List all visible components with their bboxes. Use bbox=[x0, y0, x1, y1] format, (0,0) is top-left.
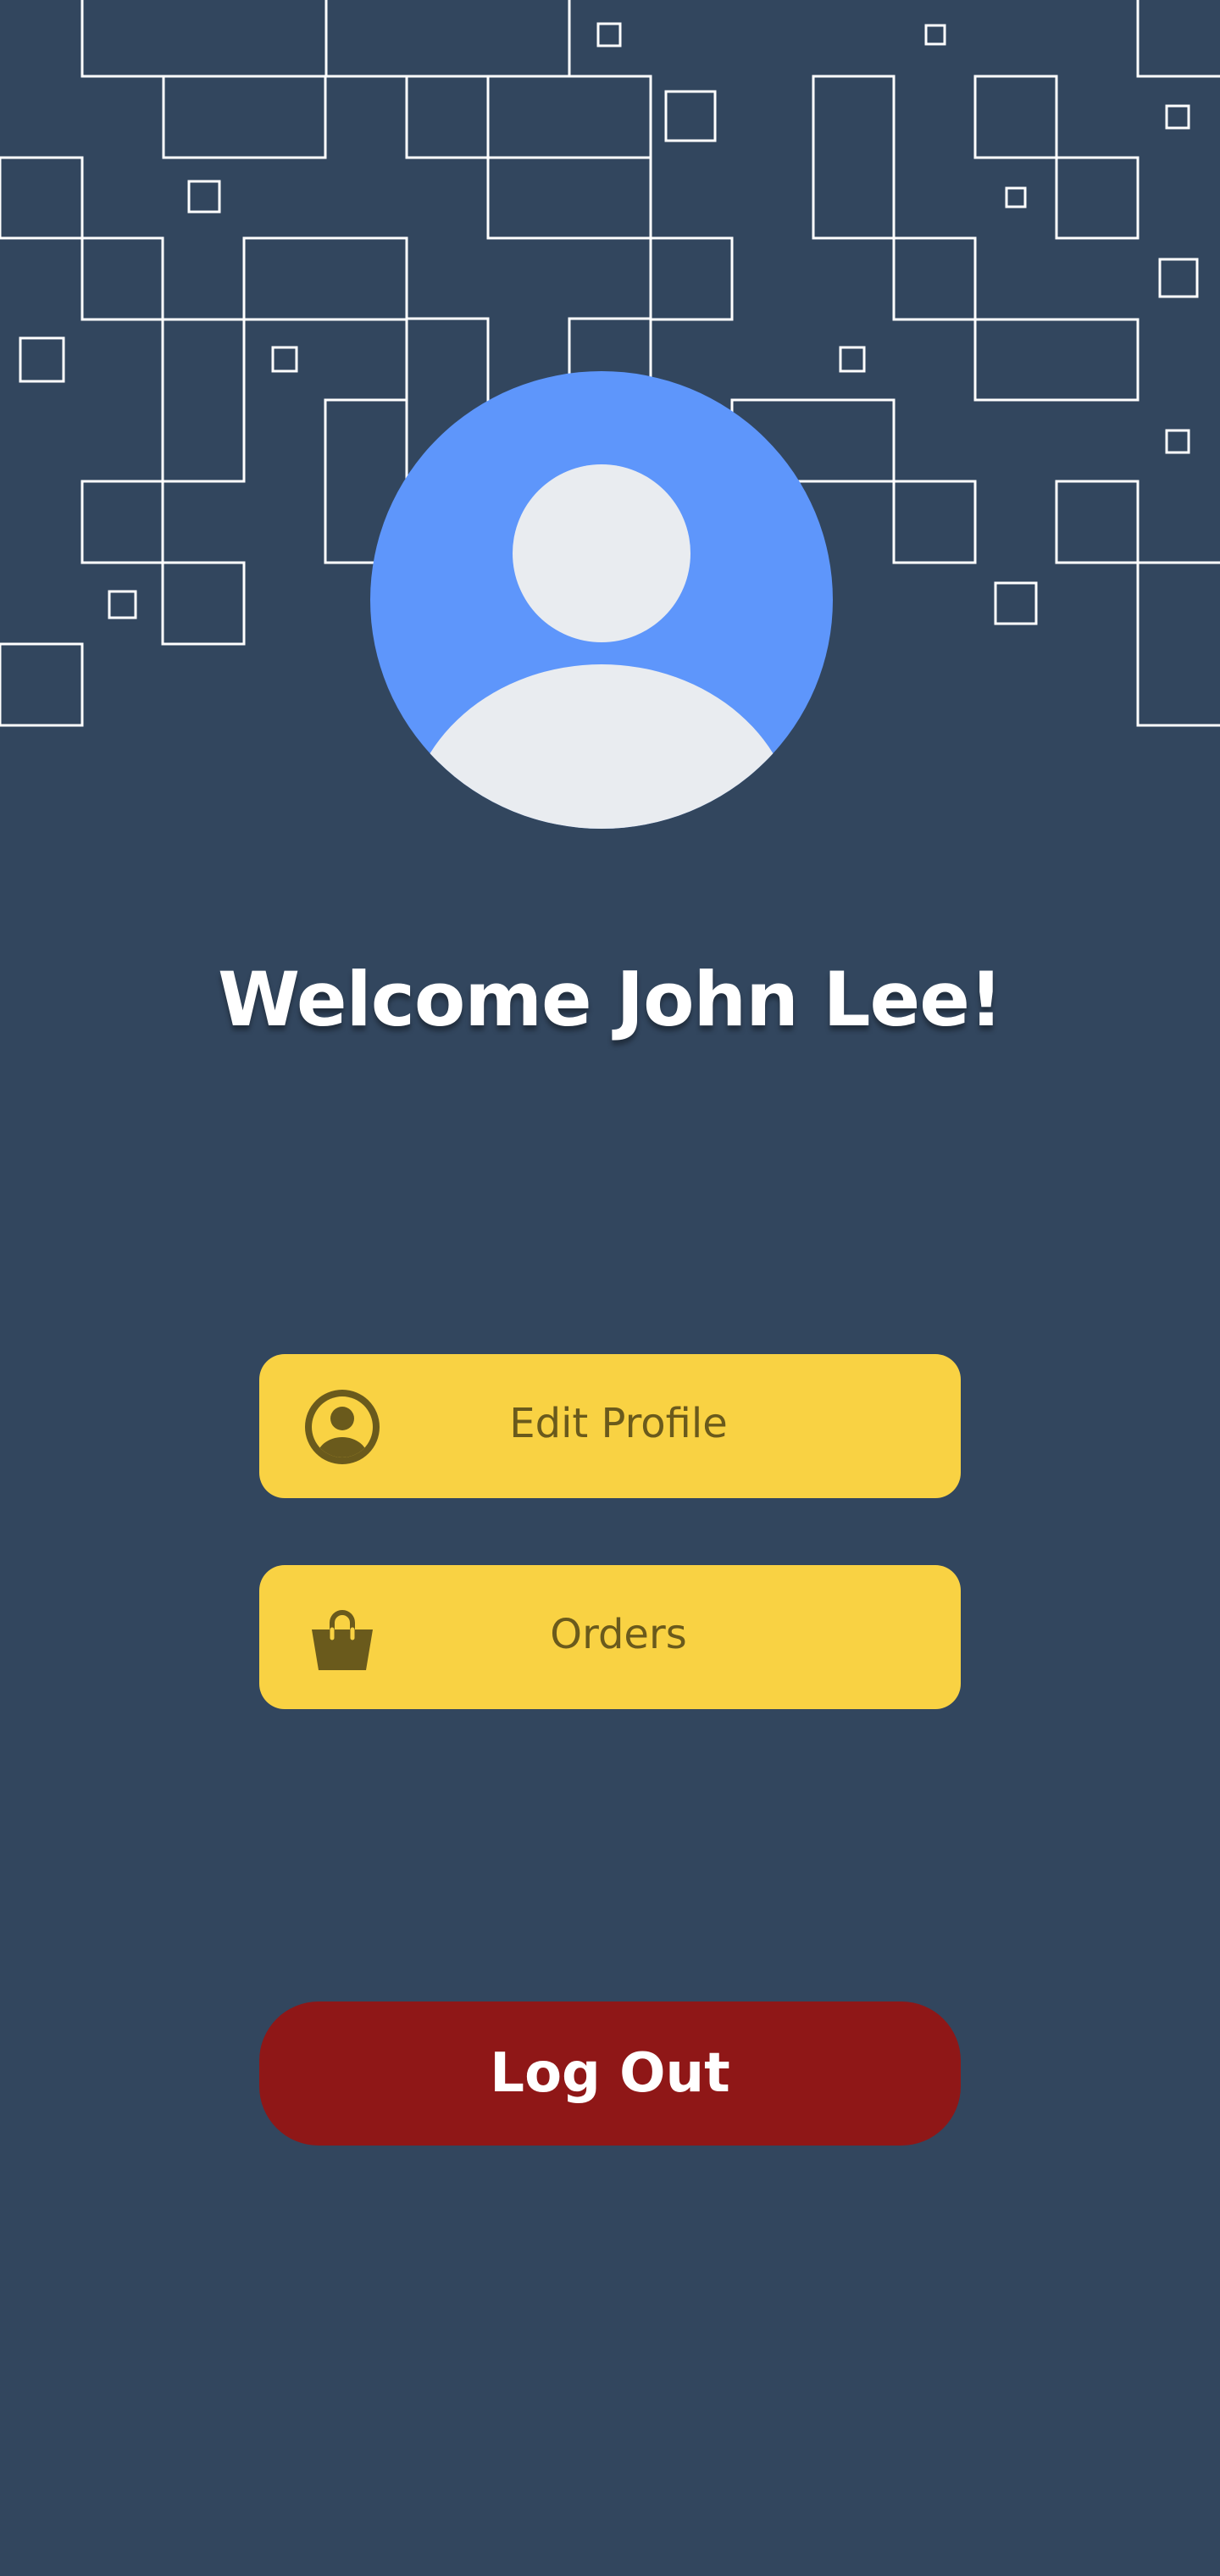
welcome-heading: Welcome John Lee! bbox=[217, 956, 1003, 1043]
user-avatar-icon bbox=[370, 371, 833, 829]
avatar-head bbox=[513, 464, 690, 642]
logout-button[interactable]: Log Out bbox=[259, 2001, 961, 2146]
avatar-body bbox=[407, 664, 796, 829]
profile-screen: Welcome John Lee! Edit Profile Orders Lo… bbox=[0, 0, 1220, 2576]
edit-profile-label: Edit Profile bbox=[509, 1400, 728, 1447]
orders-button[interactable]: Orders bbox=[259, 1565, 961, 1709]
orders-label: Orders bbox=[550, 1611, 687, 1658]
edit-profile-button[interactable]: Edit Profile bbox=[259, 1354, 961, 1498]
